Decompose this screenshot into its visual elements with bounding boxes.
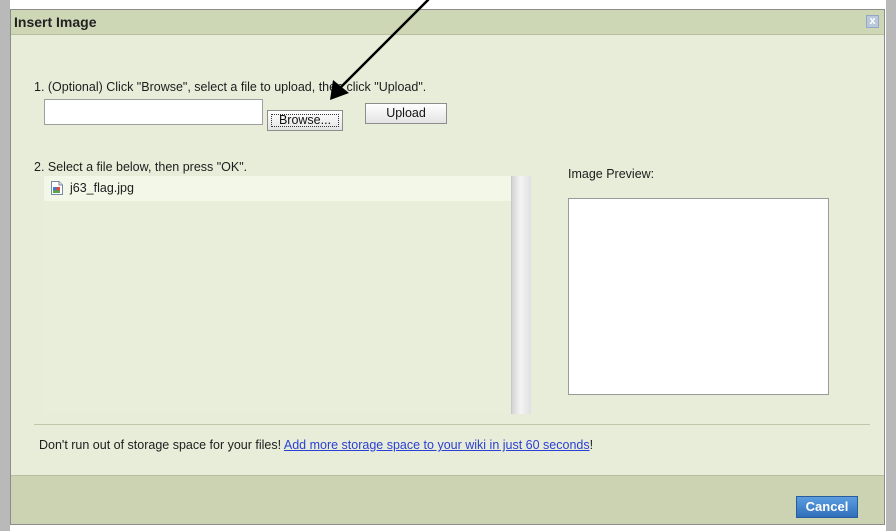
screenshot-stage: Insert Image x 1. (Optional) Click "Brow… <box>0 0 896 531</box>
file-list-scrollbar[interactable] <box>511 176 531 414</box>
image-preview-box <box>568 198 829 395</box>
select-step-label: 2. Select a file below, then press "OK". <box>34 160 248 174</box>
image-preview-label: Image Preview: <box>568 167 655 181</box>
insert-image-dialog: Insert Image x 1. (Optional) Click "Brow… <box>10 9 885 525</box>
file-path-input[interactable] <box>44 99 263 125</box>
footer-divider <box>34 424 870 425</box>
close-icon: x <box>869 15 876 27</box>
cancel-button[interactable]: Cancel <box>796 496 858 518</box>
dialog-titlebar[interactable]: Insert Image x <box>11 10 884 35</box>
promo-text-suffix: ! <box>589 438 594 452</box>
backdrop-left <box>0 0 10 531</box>
dialog-button-bar <box>11 475 884 524</box>
file-name-label: j63_flag.jpg <box>70 181 134 195</box>
storage-promo-message: Don't run out of storage space for your … <box>39 438 593 452</box>
file-list: j63_flag.jpg <box>44 176 514 414</box>
close-button[interactable]: x <box>866 15 879 28</box>
cancel-button-label: Cancel <box>805 499 849 514</box>
image-file-icon <box>51 181 63 195</box>
promo-text-prefix: Don't run out of storage space for your … <box>39 438 284 452</box>
browse-focus-ring <box>271 114 339 127</box>
file-list-item[interactable]: j63_flag.jpg <box>44 176 514 201</box>
dialog-title: Insert Image <box>14 14 97 30</box>
browse-button[interactable]: Browse... <box>267 110 343 131</box>
add-storage-link[interactable]: Add more storage space to your wiki in j… <box>284 438 590 452</box>
backdrop-right <box>886 0 896 531</box>
upload-button[interactable]: Upload <box>365 103 447 124</box>
upload-button-label: Upload <box>386 106 426 120</box>
upload-step-label: 1. (Optional) Click "Browse", select a f… <box>34 80 427 94</box>
